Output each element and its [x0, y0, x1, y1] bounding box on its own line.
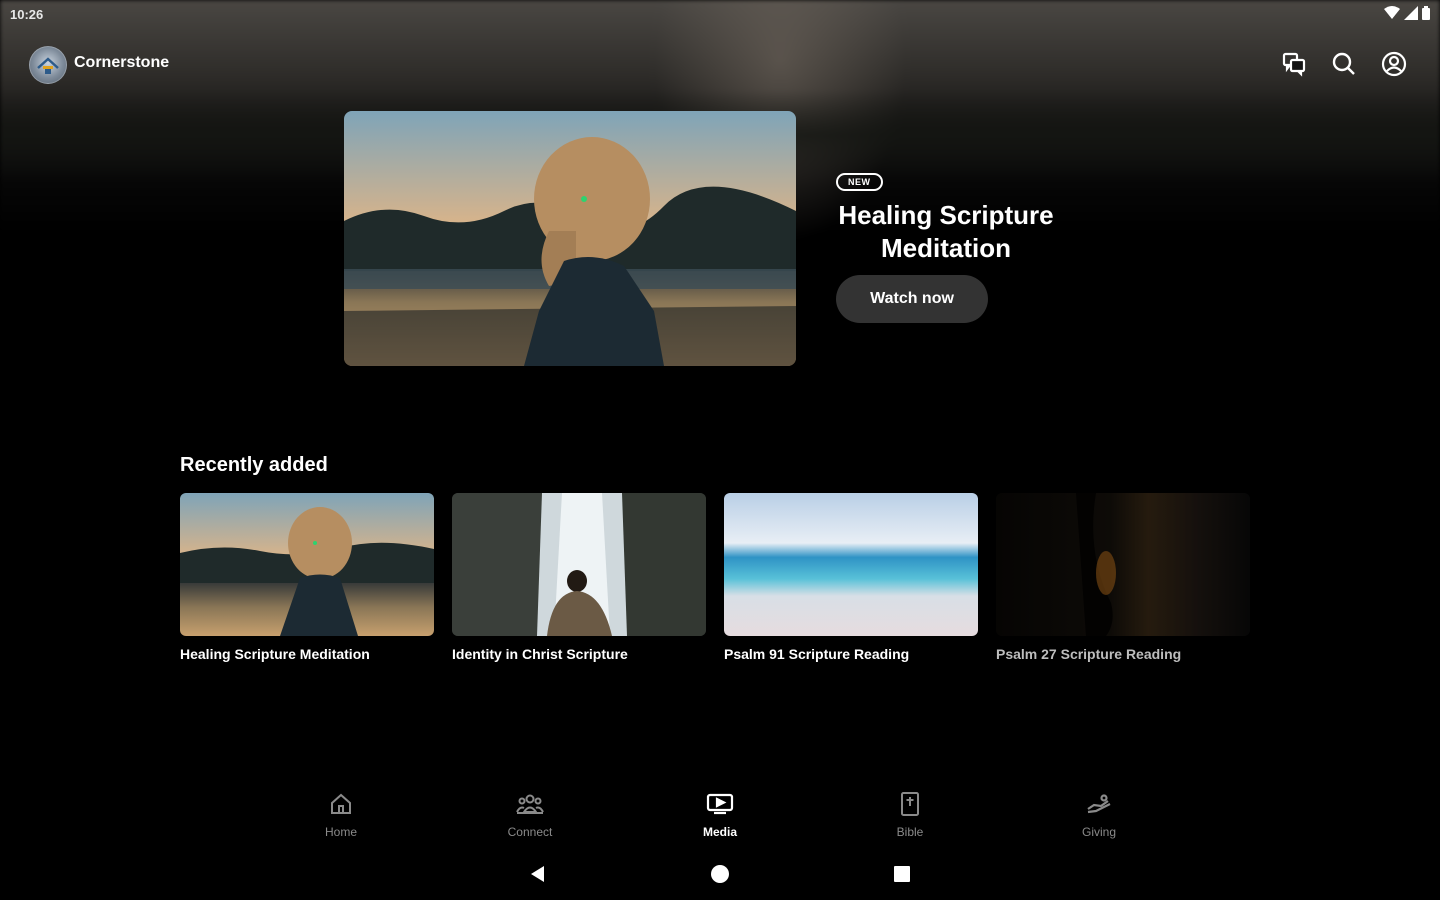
status-time: 10:26 — [10, 7, 44, 22]
nav-item-connect[interactable]: Connect — [482, 792, 578, 839]
media-icon — [706, 792, 734, 821]
app-logo[interactable] — [29, 46, 67, 84]
nav-item-giving[interactable]: Giving — [1051, 792, 1147, 839]
battery-icon — [1422, 6, 1430, 25]
account-icon[interactable] — [1378, 48, 1410, 80]
status-bar: 10:26 — [0, 0, 1440, 28]
media-card[interactable]: Identity in Christ Scripture — [452, 493, 706, 662]
status-icons — [1384, 6, 1430, 25]
nav-label: Home — [324, 825, 357, 839]
nav-label: Giving — [1081, 825, 1116, 839]
media-screen: 10:26 Cornerstone NEW Healing Scripture … — [0, 0, 1440, 900]
media-card[interactable]: Healing Scripture Meditation — [180, 493, 434, 662]
media-card-title: Psalm 27 Scripture Reading — [996, 646, 1182, 662]
system-navigation-bar — [0, 852, 1440, 896]
signal-icon — [1404, 6, 1418, 25]
people-icon — [516, 792, 544, 821]
giving-icon — [1086, 792, 1112, 821]
media-card-title: Identity in Christ Scripture — [452, 646, 628, 662]
recents-icon[interactable] — [890, 862, 914, 886]
nav-label: Media — [702, 825, 737, 839]
home-icon — [329, 792, 353, 821]
bible-icon — [899, 792, 921, 821]
home-button-icon[interactable] — [708, 862, 732, 886]
nav-item-media[interactable]: Media — [672, 792, 768, 839]
app-actions — [1278, 48, 1410, 80]
recently-added-carousel[interactable]: Healing Scripture Meditation Identity in… — [180, 493, 1260, 673]
featured-title: Healing Scripture Meditation — [838, 200, 1054, 263]
media-card-title: Healing Scripture Meditation — [180, 646, 370, 662]
watch-now-button[interactable]: Watch now — [836, 275, 988, 323]
nav-item-home[interactable]: Home — [293, 792, 389, 839]
new-badge: NEW — [836, 173, 883, 191]
nav-label: Bible — [896, 825, 924, 839]
wifi-icon — [1384, 6, 1400, 25]
media-thumbnail[interactable] — [180, 493, 434, 636]
media-thumbnail[interactable] — [724, 493, 978, 636]
bottom-navigation: Home Connect Media Bible Giving — [0, 780, 1440, 842]
app-name: Cornerstone — [74, 54, 170, 71]
nav-label: Connect — [507, 825, 553, 839]
media-thumbnail[interactable] — [452, 493, 706, 636]
featured-thumbnail[interactable] — [344, 111, 796, 366]
media-card-title: Psalm 91 Scripture Reading — [724, 646, 910, 662]
media-card[interactable]: Psalm 27 Scripture Reading — [996, 493, 1250, 662]
app-bar: Cornerstone — [0, 40, 1440, 88]
section-title-recently-added: Recently added — [180, 454, 328, 476]
back-icon[interactable] — [526, 862, 550, 886]
search-icon[interactable] — [1328, 48, 1360, 80]
nav-item-bible[interactable]: Bible — [862, 792, 958, 839]
chat-icon[interactable] — [1278, 48, 1310, 80]
media-card[interactable]: Psalm 91 Scripture Reading — [724, 493, 978, 662]
media-thumbnail[interactable] — [996, 493, 1250, 636]
featured-info: NEW Healing Scripture Meditation Watch n… — [836, 172, 1056, 323]
